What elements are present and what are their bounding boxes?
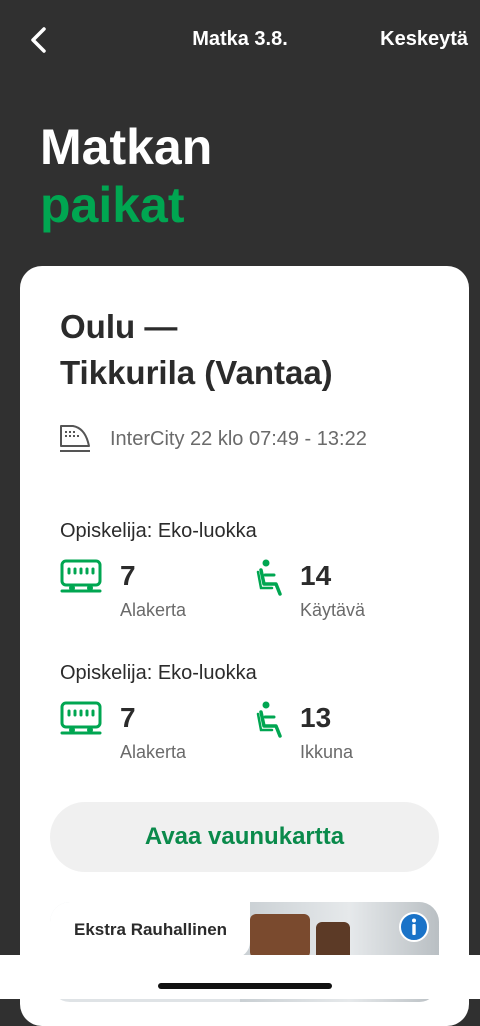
train-car-icon	[60, 701, 102, 735]
heading-line2: paikat	[40, 177, 185, 233]
seat-number: 14	[300, 560, 332, 591]
back-button[interactable]	[24, 24, 56, 56]
car-floor: Alakerta	[120, 600, 187, 620]
car-number: 7	[120, 702, 136, 733]
open-car-map-button[interactable]: Avaa vaunukartta	[50, 802, 439, 872]
info-icon[interactable]	[399, 912, 429, 942]
home-indicator[interactable]	[158, 983, 332, 989]
chevron-left-icon	[31, 27, 46, 53]
route-destination: Tikkurila (Vantaa)	[60, 354, 333, 391]
route: Oulu — Tikkurila (Vantaa)	[60, 304, 333, 396]
seat-number: 13	[300, 702, 332, 733]
page-title: Matka 3.8.	[192, 28, 288, 50]
train-info-row: InterCity 22 klo 07:49 - 13:22	[58, 422, 438, 458]
top-bar: Matka 3.8. Keskeytä	[0, 0, 480, 82]
train-car-icon	[60, 559, 102, 593]
heading-line1: Matkan	[40, 119, 213, 175]
route-origin: Oulu —	[60, 308, 178, 345]
seat-type: Käytävä	[300, 600, 366, 620]
seat-icon	[256, 559, 282, 596]
seat-reservation-2: Opiskelija: Eko-luokka 7 Alakerta 13 Ikk…	[60, 662, 460, 792]
seat-icon	[256, 701, 282, 738]
train-info: InterCity 22 klo 07:49 - 13:22	[110, 428, 367, 450]
promo-label: Ekstra Rauhallinen	[50, 902, 250, 958]
seat-type: Ikkuna	[300, 742, 354, 762]
car-floor: Alakerta	[120, 742, 187, 762]
ticket-class: Opiskelija: Eko-luokka	[60, 662, 257, 684]
cancel-button[interactable]: Keskeytä	[380, 28, 468, 51]
bottom-bar	[0, 955, 480, 999]
seat-reservation-1: Opiskelija: Eko-luokka 7 Alakerta 14 Käy…	[60, 520, 460, 650]
ticket-class: Opiskelija: Eko-luokka	[60, 520, 257, 542]
car-number: 7	[120, 560, 136, 591]
trip-card: Oulu — Tikkurila (Vantaa) InterCity 22 k…	[20, 266, 469, 1026]
page-heading: Matkan paikat	[40, 118, 212, 234]
train-icon	[60, 425, 90, 452]
